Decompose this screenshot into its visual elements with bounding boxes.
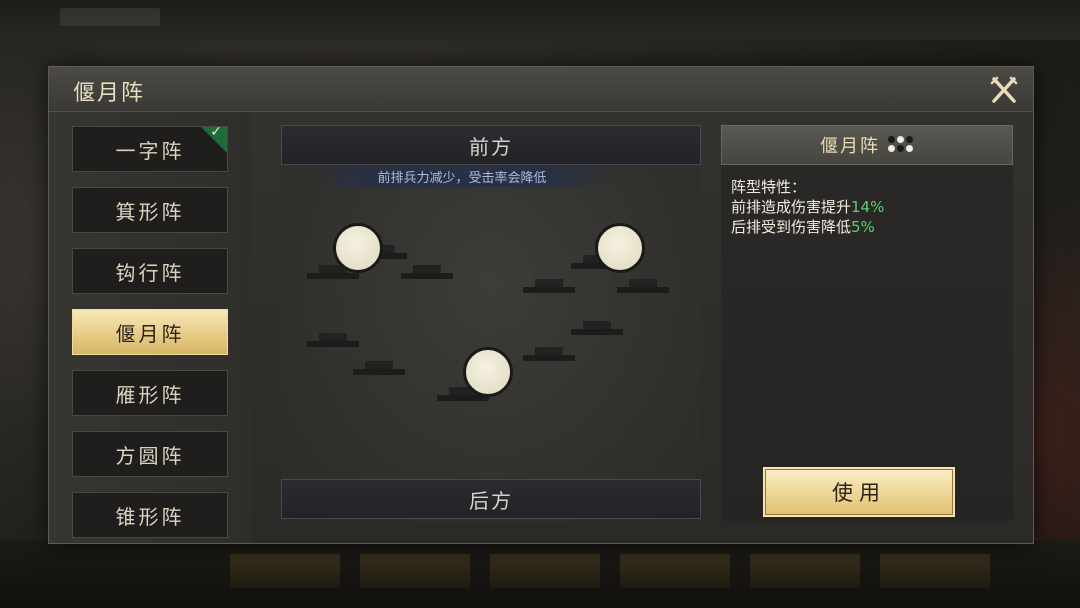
trait-row: 后排受到伤害降低5% (731, 217, 884, 237)
unit-token-right[interactable] (595, 223, 645, 273)
unit-token-left[interactable] (333, 223, 383, 273)
formation-slot[interactable] (307, 333, 359, 347)
close-x-icon (990, 76, 1018, 103)
dialog-title-bar: 偃月阵 (49, 67, 1033, 112)
formation-slot[interactable] (353, 361, 405, 375)
use-button[interactable]: 使用 (763, 467, 955, 517)
formation-slot[interactable] (523, 347, 575, 361)
trait-row: 前排造成伤害提升14% (731, 197, 884, 217)
formation-item-yanxing[interactable]: 雁形阵 (72, 370, 228, 416)
formation-dialog: 偃月阵 一字阵 ✓ 箕形阵 钩行阵 偃月阵 雁形阵 方圆阵 锥形阵 前方 前排兵… (48, 66, 1034, 544)
formation-item-yanyue[interactable]: 偃月阵 (72, 309, 228, 355)
formation-item-label: 箕形阵 (115, 199, 185, 224)
trait-value: 14% (851, 198, 885, 216)
trait-value: 5% (851, 218, 875, 236)
formation-item-label: 钩行阵 (115, 260, 185, 285)
formation-slot[interactable] (401, 265, 453, 279)
rear-label: 后方 (281, 479, 701, 519)
formation-item-gouxing[interactable]: 钩行阵 (72, 248, 228, 294)
formation-info-panel: 偃月阵 阵型特性： 前排造成伤害提升14% 后排受到伤害降低5% 使用 (721, 125, 1013, 521)
traits-title: 阵型特性： (731, 178, 807, 196)
formation-slot[interactable] (523, 279, 575, 293)
formation-slot[interactable] (571, 321, 623, 335)
formation-item-fangyuan[interactable]: 方圆阵 (72, 431, 228, 477)
background-bottom-strip (0, 540, 1080, 608)
trait-text: 后排受到伤害降低 (731, 218, 852, 236)
formation-item-jixing[interactable]: 箕形阵 (72, 187, 228, 233)
info-header: 偃月阵 (721, 125, 1013, 165)
formation-item-label: 偃月阵 (115, 321, 185, 346)
unit-token-center[interactable] (463, 347, 513, 397)
front-label: 前方 (281, 125, 701, 165)
formation-slot[interactable] (617, 279, 669, 293)
close-button[interactable] (987, 73, 1021, 107)
dialog-title: 偃月阵 (73, 81, 146, 106)
info-header-title: 偃月阵 (820, 136, 880, 157)
background-top-bar (0, 0, 1080, 40)
formation-dots-icon (888, 136, 914, 154)
formation-item-label: 一字阵 (115, 138, 185, 163)
formation-item-label: 方圆阵 (115, 443, 185, 468)
formation-item-label: 雁形阵 (115, 382, 185, 407)
trait-text: 前排造成伤害提升 (731, 198, 852, 216)
traits-block: 阵型特性： 前排造成伤害提升14% 后排受到伤害降低5% (731, 177, 884, 237)
check-icon: ✓ (210, 124, 225, 140)
formation-item-yizi[interactable]: 一字阵 ✓ (72, 124, 228, 172)
formation-list[interactable]: 一字阵 ✓ 箕形阵 钩行阵 偃月阵 雁形阵 方圆阵 锥形阵 (49, 112, 251, 543)
formation-board: 前方 前排兵力减少，受击率会降低 后方 (281, 125, 701, 521)
formation-item-label: 锥形阵 (115, 504, 185, 529)
formation-item-zhuixing[interactable]: 锥形阵 (72, 492, 228, 538)
front-note: 前排兵力减少，受击率会降低 (309, 165, 615, 187)
